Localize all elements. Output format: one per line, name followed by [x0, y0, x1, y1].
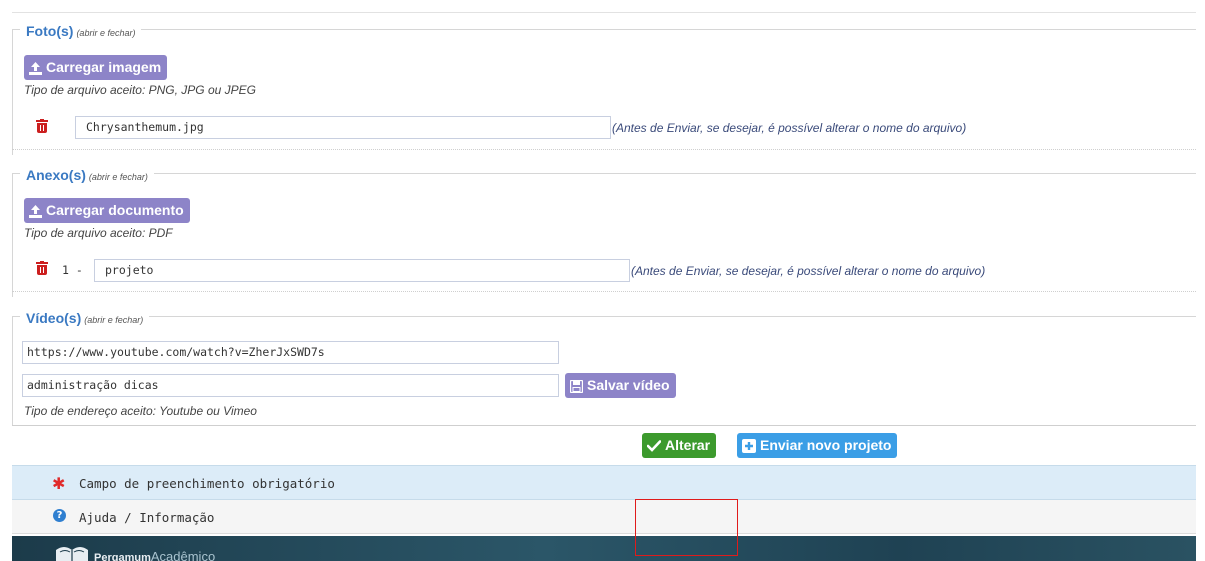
highlight-box — [635, 499, 738, 556]
upload-document-button[interactable]: Carregar documento — [24, 198, 190, 223]
video-url-input[interactable]: https://www.youtube.com/watch?v=ZherJxSW… — [22, 341, 559, 364]
delete-foto-trash-icon[interactable] — [36, 119, 48, 133]
videos-toggle-hint[interactable]: (abrir e fechar) — [84, 315, 143, 325]
help-band[interactable]: ? Ajuda / Informação — [12, 500, 1196, 534]
floppy-disk-icon — [570, 379, 583, 393]
alter-button[interactable]: Alterar — [642, 433, 717, 458]
anexos-accepted-types: Tipo de arquivo aceito: PDF — [24, 226, 173, 240]
save-video-button[interactable]: Salvar vídeo — [565, 373, 676, 398]
video-description-input[interactable]: administração dicas — [22, 374, 559, 397]
anexos-legend[interactable]: Anexo(s) (abrir e fechar) — [20, 165, 154, 184]
question-circle-icon[interactable]: ? — [53, 509, 66, 522]
upload-document-label: Carregar documento — [46, 202, 184, 218]
anexos-fieldset: Anexo(s) (abrir e fechar) — [12, 165, 1196, 184]
alter-label: Alterar — [665, 437, 711, 453]
check-icon — [647, 440, 661, 453]
fotos-legend[interactable]: Foto(s) (abrir e fechar) — [20, 21, 142, 40]
upload-icon — [29, 204, 42, 218]
fotos-accepted-types: Tipo de arquivo aceito: PNG, JPG ou JPEG — [24, 83, 257, 97]
foto-filename-input[interactable]: Chrysanthemum.jpg — [75, 116, 611, 139]
anexo-filename-input[interactable]: projeto — [94, 259, 630, 282]
fotos-title[interactable]: Foto(s) — [26, 23, 73, 39]
open-book-logo-icon — [56, 547, 88, 561]
save-video-label: Salvar vídeo — [587, 377, 670, 393]
required-note-text: Campo de preenchimento obrigatório — [79, 476, 335, 491]
fotos-fieldset: Foto(s) (abrir e fechar) — [12, 21, 1196, 40]
fotos-toggle-hint[interactable]: (abrir e fechar) — [76, 28, 135, 38]
upload-icon — [29, 61, 42, 75]
required-note-band: ✱ Campo de preenchimento obrigatório — [12, 465, 1196, 500]
send-new-project-button[interactable]: Enviar novo projeto — [737, 433, 898, 458]
asterisk-icon: ✱ — [52, 474, 66, 493]
send-new-project-label: Enviar novo projeto — [760, 437, 892, 453]
foto-rename-hint: (Antes de Enviar, se desejar, é possível… — [612, 121, 967, 135]
footer-brand: PergamumAcadêmico — [94, 549, 215, 561]
footer-banner: PergamumAcadêmico — [12, 536, 1196, 561]
brand-light: Acadêmico — [150, 549, 216, 561]
videos-legend[interactable]: Vídeo(s) (abrir e fechar) — [20, 308, 150, 327]
anexos-toggle-hint[interactable]: (abrir e fechar) — [89, 172, 148, 182]
anexo-item-index: 1 - — [62, 263, 83, 277]
brand-bold: Pergamum — [94, 552, 151, 561]
delete-anexo-trash-icon[interactable] — [36, 261, 48, 275]
videos-bottom-divider — [12, 400, 1196, 426]
videos-title[interactable]: Vídeo(s) — [26, 310, 81, 326]
plus-square-icon — [742, 439, 756, 454]
anexos-title[interactable]: Anexo(s) — [26, 167, 86, 183]
top-divider — [12, 12, 1196, 13]
anexo-rename-hint: (Antes de Enviar, se desejar, é possível… — [631, 264, 986, 278]
videos-fieldset: Vídeo(s) (abrir e fechar) — [12, 308, 1196, 327]
upload-image-button[interactable]: Carregar imagem — [24, 55, 168, 80]
upload-image-label: Carregar imagem — [46, 59, 162, 75]
help-text[interactable]: Ajuda / Informação — [79, 510, 214, 525]
